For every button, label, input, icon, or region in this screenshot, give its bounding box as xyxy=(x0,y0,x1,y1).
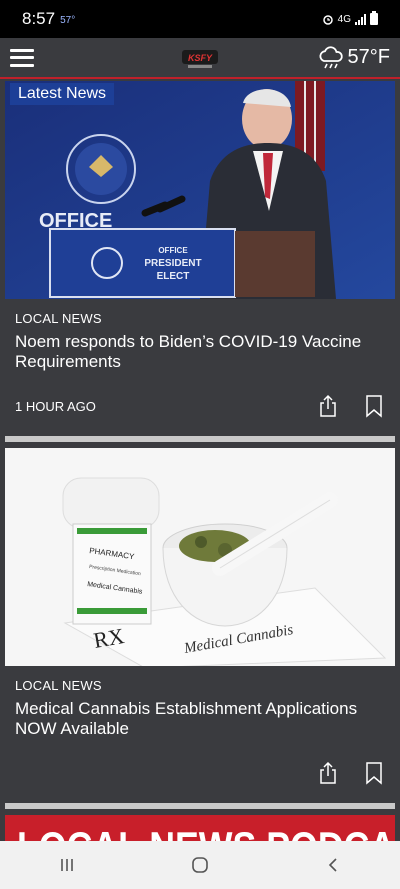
podium-line1: OFFICE xyxy=(158,246,188,255)
article-headline[interactable]: Medical Cannabis Establishment Applicati… xyxy=(15,699,385,739)
podium-line3: ELECT xyxy=(157,271,190,282)
cloud-rain-icon xyxy=(319,45,343,68)
battery-icon xyxy=(370,11,378,25)
status-icons: 4G xyxy=(322,11,378,25)
bookmark-icon[interactable] xyxy=(363,393,385,419)
home-icon[interactable] xyxy=(180,845,220,885)
article-category[interactable]: LOCAL NEWS xyxy=(15,678,385,693)
menu-icon[interactable] xyxy=(10,48,34,67)
article-category[interactable]: LOCAL NEWS xyxy=(15,311,385,326)
article-meta xyxy=(15,759,385,787)
recent-apps-icon[interactable] xyxy=(47,845,87,885)
system-nav-bar xyxy=(0,841,400,889)
card-divider xyxy=(5,803,395,809)
station-logo[interactable]: KSFY xyxy=(180,46,220,70)
article-image[interactable]: RX Medical Cannabis PHARMACY Prescriptio… xyxy=(5,448,395,666)
news-feed[interactable]: Latest News OFFICE OFFICE PRESIDENT ELEC… xyxy=(5,81,395,875)
article-card[interactable]: RX Medical Cannabis PHARMACY Prescriptio… xyxy=(5,448,395,809)
status-bar: 8:57 57° 4G xyxy=(0,0,400,38)
share-icon[interactable] xyxy=(317,760,339,786)
status-time: 8:57 xyxy=(22,9,56,28)
article-card[interactable]: Latest News OFFICE OFFICE PRESIDENT ELEC… xyxy=(5,81,395,442)
back-icon[interactable] xyxy=(313,845,353,885)
article-actions xyxy=(317,760,385,786)
card-divider xyxy=(5,436,395,442)
rx-text: RX xyxy=(92,623,127,653)
weather-temp: 57°F xyxy=(347,46,390,68)
logo-text: KSFY xyxy=(188,53,213,63)
article-time: 1 HOUR AGO xyxy=(15,398,96,414)
article-image[interactable]: Latest News OFFICE OFFICE PRESIDENT ELEC… xyxy=(5,81,395,299)
article-body: LOCAL NEWS Noem responds to Biden’s COVI… xyxy=(5,299,395,420)
article-headline[interactable]: Noem responds to Biden’s COVID-19 Vaccin… xyxy=(15,332,385,372)
share-icon[interactable] xyxy=(317,393,339,419)
press-conference-image: OFFICE OFFICE PRESIDENT ELECT xyxy=(5,81,395,299)
signal-icon xyxy=(355,13,366,25)
article-actions xyxy=(317,393,385,419)
alarm-icon xyxy=(322,15,333,25)
article-meta: 1 HOUR AGO xyxy=(15,392,385,420)
weather-widget[interactable]: 57°F xyxy=(318,45,390,70)
status-temp: 57° xyxy=(60,14,76,26)
article-body: LOCAL NEWS Medical Cannabis Establishmen… xyxy=(5,666,395,787)
cannabis-pharmacy-image: RX Medical Cannabis PHARMACY Prescriptio… xyxy=(5,448,395,666)
bookmark-icon[interactable] xyxy=(363,760,385,786)
app-header: KSFY 57°F xyxy=(0,38,400,79)
network-label: 4G xyxy=(337,13,351,25)
section-label: Latest News xyxy=(10,83,115,105)
podium-line2: PRESIDENT xyxy=(144,258,201,269)
